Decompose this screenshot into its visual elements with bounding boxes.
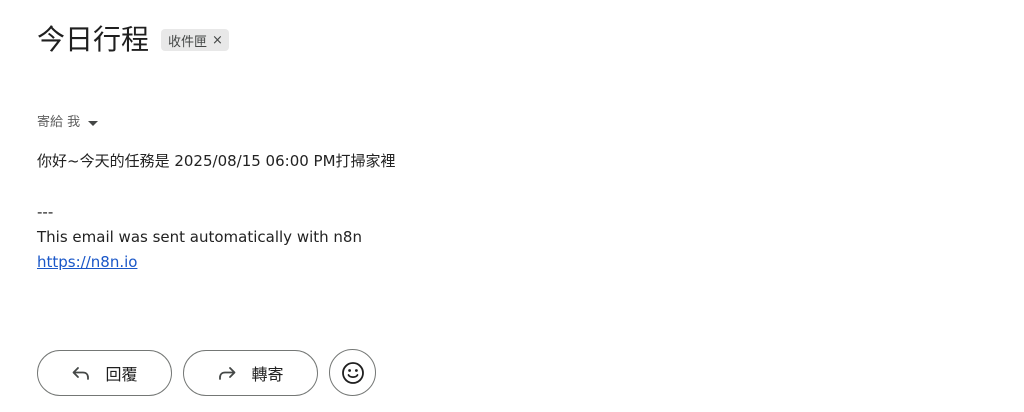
reply-label: 回覆 xyxy=(105,364,138,384)
action-bar: 回覆 轉寄 xyxy=(37,349,376,396)
forward-button[interactable]: 轉寄 xyxy=(183,349,318,396)
reply-arrow-icon xyxy=(71,365,91,381)
reply-button[interactable]: 回覆 xyxy=(37,349,172,396)
recipients-dropdown[interactable]: 寄給 我 xyxy=(37,114,99,132)
close-icon[interactable]: × xyxy=(212,34,223,47)
label-text: 收件匣 xyxy=(168,34,208,50)
n8n-link[interactable]: https://n8n.io xyxy=(37,253,137,271)
email-body: 你好~今天的任務是 2025/08/15 06:00 PM打掃家裡 --- Th… xyxy=(37,149,396,275)
subject-row: 今日行程 收件匣 × xyxy=(37,22,229,58)
forward-arrow-icon xyxy=(217,365,237,381)
recipients-text: 寄給 我 xyxy=(37,115,81,130)
body-link-line: https://n8n.io xyxy=(37,250,396,275)
smiley-icon xyxy=(341,361,365,385)
body-line: This email was sent automatically with n… xyxy=(37,228,362,246)
emoji-reaction-button[interactable] xyxy=(329,349,376,396)
inbox-label-chip[interactable]: 收件匣 × xyxy=(161,29,229,51)
email-subject: 今日行程 xyxy=(37,23,150,56)
email-view: 今日行程 收件匣 × 寄給 我 你好~今天的任務是 2025/08/15 06:… xyxy=(0,0,1024,412)
forward-label: 轉寄 xyxy=(251,364,284,384)
body-line: --- xyxy=(37,203,54,221)
caret-down-icon xyxy=(88,120,99,126)
body-line: 你好~今天的任務是 2025/08/15 06:00 PM打掃家裡 xyxy=(37,152,396,170)
